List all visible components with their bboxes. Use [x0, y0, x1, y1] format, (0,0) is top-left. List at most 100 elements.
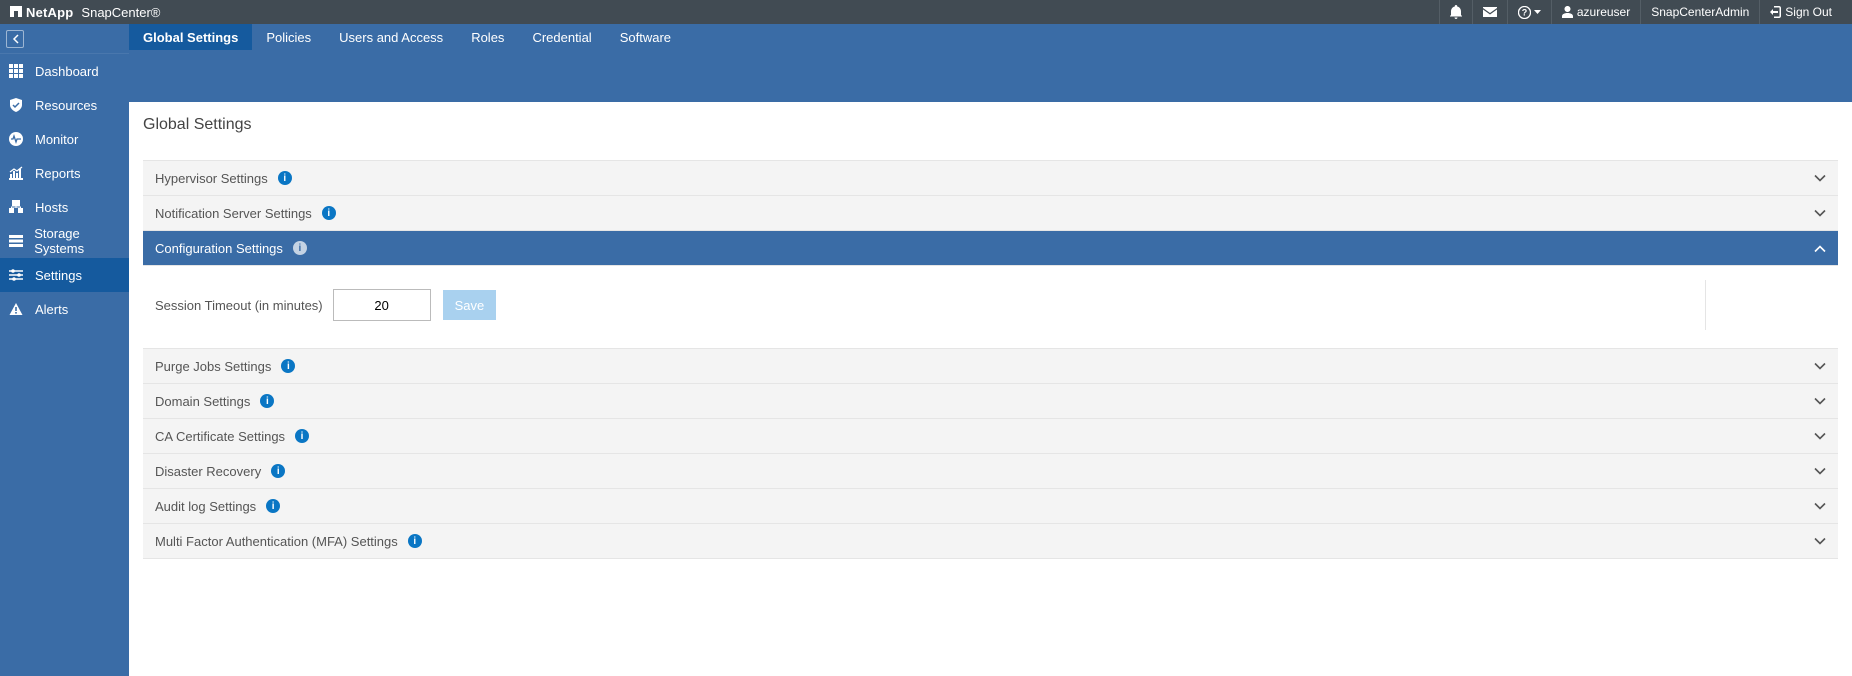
- section-label: Disaster Recovery: [155, 464, 261, 479]
- tab-global-settings[interactable]: Global Settings: [129, 24, 252, 50]
- info-icon[interactable]: i: [322, 206, 336, 220]
- sidebar-item-hosts[interactable]: Hosts: [0, 190, 129, 224]
- sidebar: Dashboard Resources Monitor Reports Host…: [0, 24, 129, 676]
- chevron-down-icon: [1814, 171, 1826, 186]
- netapp-logo-icon: [10, 5, 22, 20]
- section-label: Notification Server Settings: [155, 206, 312, 221]
- sidebar-item-label: Settings: [35, 268, 82, 283]
- section-hypervisor[interactable]: Hypervisor Settings i: [143, 161, 1838, 196]
- chevron-down-icon: [1814, 464, 1826, 479]
- alert-icon: [7, 302, 25, 316]
- chevron-down-icon: [1814, 499, 1826, 514]
- page-title: Global Settings: [143, 116, 1838, 134]
- sidebar-item-alerts[interactable]: Alerts: [0, 292, 129, 326]
- info-icon[interactable]: i: [408, 534, 422, 548]
- section-configuration[interactable]: Configuration Settings i: [143, 231, 1838, 266]
- signout-button[interactable]: Sign Out: [1759, 0, 1842, 24]
- brand-company: NetApp: [26, 5, 73, 20]
- chevron-up-icon: [1814, 241, 1826, 256]
- chart-icon: [7, 166, 25, 180]
- chevron-down-icon: [1814, 394, 1826, 409]
- signout-icon: [1770, 6, 1781, 18]
- section-label: CA Certificate Settings: [155, 429, 285, 444]
- section-configuration-body: Session Timeout (in minutes) Save: [143, 266, 1838, 349]
- section-label: Configuration Settings: [155, 241, 283, 256]
- grid-icon: [7, 64, 25, 78]
- section-domain[interactable]: Domain Settings i: [143, 384, 1838, 419]
- shield-icon: [7, 98, 25, 112]
- sidebar-item-resources[interactable]: Resources: [0, 88, 129, 122]
- content-area: Global Settings Hypervisor Settings i No…: [129, 102, 1852, 676]
- top-bar: NetApp SnapCenter® ? azureuser SnapCente…: [0, 0, 1852, 24]
- chevron-down-icon: [1814, 429, 1826, 444]
- section-purge[interactable]: Purge Jobs Settings i: [143, 349, 1838, 384]
- sidebar-item-label: Resources: [35, 98, 97, 113]
- sidebar-item-settings[interactable]: Settings: [0, 258, 129, 292]
- sidebar-item-storage[interactable]: Storage Systems: [0, 224, 129, 258]
- session-timeout-input[interactable]: [333, 289, 431, 321]
- sidebar-collapse-button[interactable]: [0, 24, 129, 54]
- caret-down-icon: [1534, 10, 1541, 14]
- tab-roles[interactable]: Roles: [457, 24, 518, 50]
- role-text: SnapCenterAdmin: [1651, 5, 1749, 19]
- hosts-icon: [7, 200, 25, 214]
- tab-users-access[interactable]: Users and Access: [325, 24, 457, 50]
- signout-label: Sign Out: [1785, 5, 1832, 19]
- storage-icon: [7, 234, 24, 248]
- sidebar-item-reports[interactable]: Reports: [0, 156, 129, 190]
- sidebar-item-label: Hosts: [35, 200, 68, 215]
- mail-button[interactable]: [1472, 0, 1507, 24]
- role-label[interactable]: SnapCenterAdmin: [1640, 0, 1759, 24]
- user-menu[interactable]: azureuser: [1551, 0, 1640, 24]
- tab-policies[interactable]: Policies: [252, 24, 325, 50]
- section-notification[interactable]: Notification Server Settings i: [143, 196, 1838, 231]
- save-button[interactable]: Save: [443, 290, 497, 320]
- info-icon[interactable]: i: [271, 464, 285, 478]
- tab-label: Software: [620, 30, 671, 45]
- tab-bar: Global Settings Policies Users and Acces…: [129, 24, 1852, 102]
- brand-product: SnapCenter®: [81, 5, 160, 20]
- svg-text:?: ?: [1522, 7, 1528, 17]
- sidebar-item-label: Monitor: [35, 132, 78, 147]
- activity-icon: [7, 132, 25, 146]
- tab-label: Roles: [471, 30, 504, 45]
- section-cacert[interactable]: CA Certificate Settings i: [143, 419, 1838, 454]
- section-label: Hypervisor Settings: [155, 171, 268, 186]
- section-disaster-recovery[interactable]: Disaster Recovery i: [143, 454, 1838, 489]
- section-label: Multi Factor Authentication (MFA) Settin…: [155, 534, 398, 549]
- brand-logo: NetApp: [10, 5, 73, 20]
- sidebar-item-label: Reports: [35, 166, 81, 181]
- tab-label: Credential: [532, 30, 591, 45]
- notifications-button[interactable]: [1439, 0, 1472, 24]
- chevron-down-icon: [1814, 534, 1826, 549]
- settings-accordion: Hypervisor Settings i Notification Serve…: [143, 160, 1838, 559]
- sidebar-item-label: Alerts: [35, 302, 68, 317]
- sidebar-item-dashboard[interactable]: Dashboard: [0, 54, 129, 88]
- section-mfa[interactable]: Multi Factor Authentication (MFA) Settin…: [143, 524, 1838, 559]
- tab-software[interactable]: Software: [606, 24, 685, 50]
- divider: [1705, 280, 1706, 330]
- info-icon[interactable]: i: [295, 429, 309, 443]
- chevron-down-icon: [1814, 206, 1826, 221]
- mail-icon: [1483, 7, 1497, 17]
- tab-label: Global Settings: [143, 30, 238, 45]
- section-label: Domain Settings: [155, 394, 250, 409]
- user-name: azureuser: [1577, 5, 1630, 19]
- info-icon[interactable]: i: [281, 359, 295, 373]
- info-icon[interactable]: i: [293, 241, 307, 255]
- section-label: Purge Jobs Settings: [155, 359, 271, 374]
- help-button[interactable]: ?: [1507, 0, 1551, 24]
- info-icon[interactable]: i: [260, 394, 274, 408]
- sliders-icon: [7, 268, 25, 282]
- tab-label: Policies: [266, 30, 311, 45]
- bell-icon: [1450, 5, 1462, 19]
- help-icon: ?: [1518, 6, 1531, 19]
- info-icon[interactable]: i: [278, 171, 292, 185]
- chevron-down-icon: [1814, 359, 1826, 374]
- sidebar-item-monitor[interactable]: Monitor: [0, 122, 129, 156]
- section-audit-log[interactable]: Audit log Settings i: [143, 489, 1838, 524]
- tab-credential[interactable]: Credential: [518, 24, 605, 50]
- session-timeout-label: Session Timeout (in minutes): [155, 298, 323, 313]
- info-icon[interactable]: i: [266, 499, 280, 513]
- sidebar-item-label: Dashboard: [35, 64, 99, 79]
